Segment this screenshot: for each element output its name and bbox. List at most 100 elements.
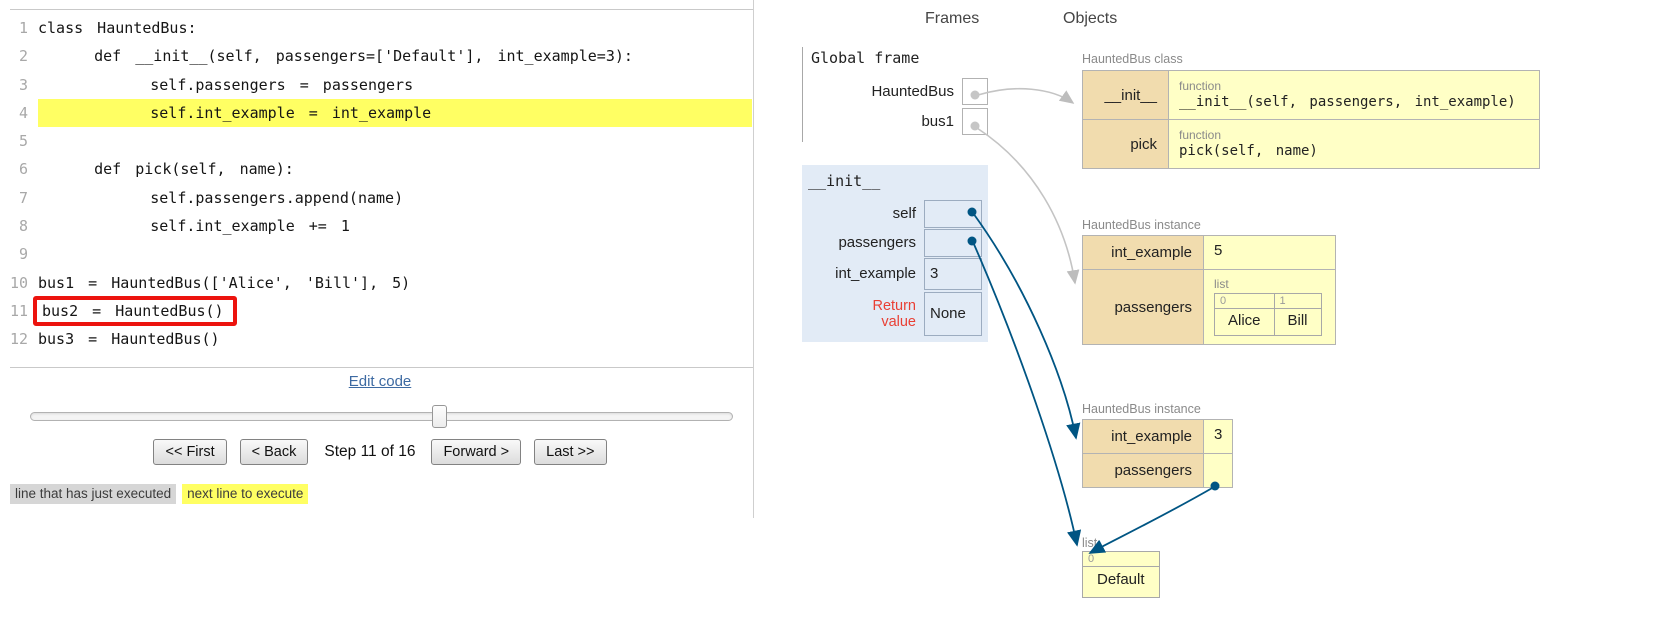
legend-executed-line: line that has just executed <box>10 484 176 504</box>
code-line-red-boxed: 11 bus2 = HauntedBus() <box>10 297 752 325</box>
legend-next-line: next line to execute <box>182 484 308 504</box>
instance-attr-row: passengers <box>1083 454 1233 488</box>
method-name: __init__ <box>1083 71 1169 120</box>
objects-header: Objects <box>1063 10 1117 28</box>
frame-var-self: self <box>808 199 982 228</box>
var-value-cell <box>962 78 988 105</box>
init-frame-title: __init__ <box>808 172 982 190</box>
code-line: 8 self.int_example += 1 <box>10 212 752 240</box>
forward-button[interactable]: Forward > <box>431 439 521 465</box>
var-name: bus1 <box>921 113 962 130</box>
attr-name: passengers <box>1083 270 1204 345</box>
instance-attr-row: int_example 5 <box>1083 236 1336 270</box>
arrow-instance2-passengers-to-default-list <box>1090 487 1214 553</box>
list-type-label: list <box>1214 277 1325 291</box>
return-value-label: Return value <box>860 298 924 330</box>
code-line: 6 def pick(self, name): <box>10 155 752 183</box>
red-annotation-box: bus2 = HauntedBus() <box>33 296 237 326</box>
arrow-passengers-to-default-list <box>973 242 1077 545</box>
default-list-table: 0 Default <box>1082 551 1160 598</box>
list-index: 0 <box>1215 294 1275 309</box>
attr-value-cell: 5 <box>1204 236 1336 270</box>
stepper-controls: << First < Back Step 11 of 16 Forward > … <box>10 439 750 465</box>
last-button[interactable]: Last >> <box>534 439 606 465</box>
global-frame-title: Global frame <box>811 49 988 67</box>
function-signature: __init__(self, passengers, int_example) <box>1179 93 1529 113</box>
line-number: 8 <box>10 212 38 240</box>
code-line: 9 <box>10 240 752 268</box>
next-line-highlight: self.int_example = int_example <box>38 99 752 127</box>
class-object-label: HauntedBus class <box>1082 52 1183 66</box>
instance1-table: int_example 5 passengers list 0 1 Alice … <box>1082 235 1336 345</box>
list-element: Bill <box>1274 309 1321 336</box>
var-name: passengers <box>838 234 924 251</box>
frame-var-int-example: int_example 3 <box>808 257 982 290</box>
code-listing: 1 class HauntedBus: 2 def __init__(self,… <box>10 14 752 354</box>
instance2-label: HauntedBus instance <box>1082 402 1201 416</box>
var-value-cell <box>924 229 982 257</box>
list-index: 1 <box>1274 294 1321 309</box>
line-number: 9 <box>10 240 38 268</box>
code-text: bus2 = HauntedBus() <box>42 297 224 325</box>
var-name: HauntedBus <box>871 83 962 100</box>
line-number: 4 <box>10 99 38 127</box>
init-function-frame: __init__ self passengers int_example 3 R… <box>802 165 988 342</box>
code-line: 7 self.passengers.append(name) <box>10 184 752 212</box>
var-value-cell <box>924 200 982 228</box>
class-method-row: pick function pick(self, name) <box>1083 120 1540 169</box>
code-line: 2 def __init__(self, passengers=['Defaul… <box>10 42 752 70</box>
global-var-hauntedbus: HauntedBus <box>811 76 988 106</box>
code-text: self.passengers = passengers <box>38 71 413 99</box>
back-button[interactable]: < Back <box>240 439 309 465</box>
code-line: 3 self.passengers = passengers <box>10 71 752 99</box>
list-element: Default <box>1083 567 1160 598</box>
method-value-cell: function pick(self, name) <box>1169 120 1540 169</box>
line-number: 7 <box>10 184 38 212</box>
list-index: 0 <box>1083 552 1160 567</box>
line-number: 2 <box>10 42 38 70</box>
var-value-cell: 3 <box>924 258 982 290</box>
code-line: 5 <box>10 127 752 155</box>
step-slider-handle[interactable] <box>432 405 447 428</box>
function-kind-label: function <box>1179 126 1529 142</box>
code-text: class HauntedBus: <box>38 14 197 42</box>
frame-var-passengers: passengers <box>808 228 982 257</box>
frames-header: Frames <box>925 10 979 28</box>
default-list-label: list <box>1082 536 1097 550</box>
code-line-next-to-execute: 4 self.int_example = int_example <box>10 99 752 127</box>
return-value-cell: None <box>924 292 982 336</box>
line-number: 6 <box>10 155 38 183</box>
var-name: self <box>893 205 924 222</box>
method-name: pick <box>1083 120 1169 169</box>
line-number: 1 <box>10 14 38 42</box>
list-table: 0 1 Alice Bill <box>1214 293 1322 336</box>
code-line: 1 class HauntedBus: <box>10 14 752 42</box>
highlight-legend: line that has just executed next line to… <box>10 484 308 504</box>
function-signature: pick(self, name) <box>1179 142 1529 162</box>
attr-value-cell: 3 <box>1204 420 1233 454</box>
code-text: bus3 = HauntedBus() <box>38 325 220 353</box>
attr-value-cell: list 0 1 Alice Bill <box>1204 270 1336 345</box>
instance2-table: int_example 3 passengers <box>1082 419 1233 488</box>
function-kind-label: function <box>1179 77 1529 93</box>
edit-code-link[interactable]: Edit code <box>349 373 412 390</box>
frame-return-value: Return value None <box>808 290 982 337</box>
code-text: def __init__(self, passengers=['Default'… <box>38 42 633 70</box>
global-var-bus1: bus1 <box>811 106 988 136</box>
panel-divider <box>753 0 754 518</box>
code-line: 10 bus1 = HauntedBus(['Alice', 'Bill'], … <box>10 269 752 297</box>
arrow-self-to-instance2 <box>973 213 1076 438</box>
list-index-row: 0 1 <box>1215 294 1322 309</box>
code-line: 12 bus3 = HauntedBus() <box>10 325 752 353</box>
edit-code-row: Edit code <box>10 373 750 390</box>
step-slider-track[interactable] <box>30 412 733 421</box>
class-object-table: __init__ function __init__(self, passeng… <box>1082 70 1540 169</box>
code-text: bus1 = HauntedBus(['Alice', 'Bill'], 5) <box>38 269 410 297</box>
line-number: 5 <box>10 127 38 155</box>
python-tutor-app: 1 class HauntedBus: 2 def __init__(self,… <box>0 0 1663 618</box>
method-value-cell: function __init__(self, passengers, int_… <box>1169 71 1540 120</box>
first-button[interactable]: << First <box>153 439 226 465</box>
list-value-row: Alice Bill <box>1215 309 1322 336</box>
attr-name: passengers <box>1083 454 1204 488</box>
code-text: self.int_example += 1 <box>38 212 350 240</box>
